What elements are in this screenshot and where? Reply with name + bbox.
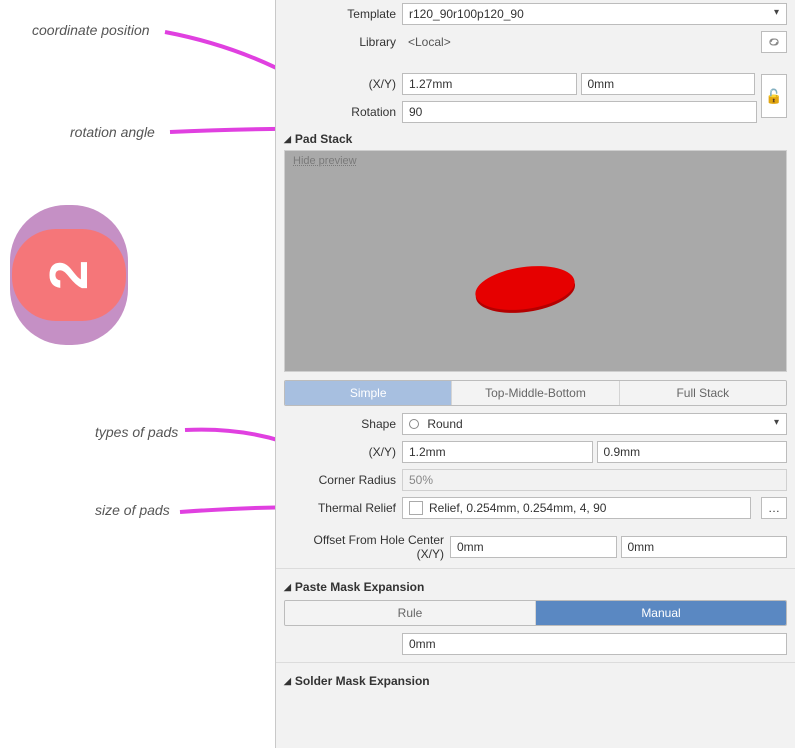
- rotation-label: Rotation: [284, 105, 396, 119]
- round-icon: [409, 419, 419, 429]
- shape-label: Shape: [284, 417, 396, 431]
- solder-mask-section-header[interactable]: Solder Mask Expansion: [276, 668, 795, 692]
- step-badge: 2: [10, 205, 128, 345]
- tab-top-middle-bottom[interactable]: Top-Middle-Bottom: [451, 381, 618, 405]
- tab-full-stack[interactable]: Full Stack: [619, 381, 786, 405]
- corner-radius-input: [402, 469, 787, 491]
- annotation-types: types of pads: [95, 424, 178, 440]
- hide-preview-link[interactable]: Hide preview: [293, 155, 357, 167]
- padstack-section-header[interactable]: Pad Stack: [276, 126, 795, 150]
- tab-simple[interactable]: Simple: [285, 381, 451, 405]
- paste-mask-section-header[interactable]: Paste Mask Expansion: [276, 574, 795, 598]
- template-value[interactable]: [402, 3, 787, 25]
- paste-manual-tab[interactable]: Manual: [535, 601, 786, 625]
- shape-dropdown[interactable]: Round: [402, 413, 787, 435]
- thermal-relief-value: Relief, 0.254mm, 0.254mm, 4, 90: [429, 501, 606, 515]
- paste-value-input[interactable]: [402, 633, 787, 655]
- shape-value: Round: [427, 417, 462, 431]
- offset-x-input[interactable]: [450, 536, 617, 558]
- padstack-section-title: Pad Stack: [295, 132, 352, 146]
- offset-y-input[interactable]: [621, 536, 788, 558]
- pad-size-y-input[interactable]: [597, 441, 788, 463]
- corner-radius-label: Corner Radius: [284, 473, 396, 487]
- xy-y-input[interactable]: [581, 73, 756, 95]
- padstack-tabs: Simple Top-Middle-Bottom Full Stack: [284, 380, 787, 406]
- template-label: Template: [284, 7, 396, 21]
- pad-3d-shape: [473, 260, 578, 316]
- thermal-relief-checkbox[interactable]: [409, 501, 423, 515]
- rotation-input[interactable]: [402, 101, 757, 123]
- paste-rule-tab[interactable]: Rule: [285, 601, 535, 625]
- solder-mask-section-title: Solder Mask Expansion: [295, 674, 430, 688]
- template-dropdown[interactable]: [402, 3, 787, 25]
- library-link-button[interactable]: [761, 31, 787, 53]
- offset-label: Offset From Hole Center (X/Y): [284, 533, 444, 561]
- properties-panel: Template Library <Local> (X/Y): [275, 0, 795, 748]
- pad-size-label: (X/Y): [284, 445, 396, 459]
- link-icon: [767, 36, 781, 48]
- thermal-relief-ellipsis-button[interactable]: …: [761, 497, 787, 519]
- paste-mask-section-title: Paste Mask Expansion: [295, 580, 424, 594]
- library-value: <Local>: [402, 31, 755, 53]
- xy-x-input[interactable]: [402, 73, 577, 95]
- library-label: Library: [284, 35, 396, 49]
- annotation-rotation: rotation angle: [70, 124, 155, 140]
- padstack-preview: Hide preview: [284, 150, 787, 372]
- xy-label: (X/Y): [284, 77, 396, 91]
- annotation-size: size of pads: [95, 502, 170, 518]
- paste-mask-tabs: Rule Manual: [284, 600, 787, 626]
- thermal-relief-label: Thermal Relief: [284, 501, 396, 515]
- step-badge-number: 2: [12, 229, 126, 321]
- pad-size-x-input[interactable]: [402, 441, 593, 463]
